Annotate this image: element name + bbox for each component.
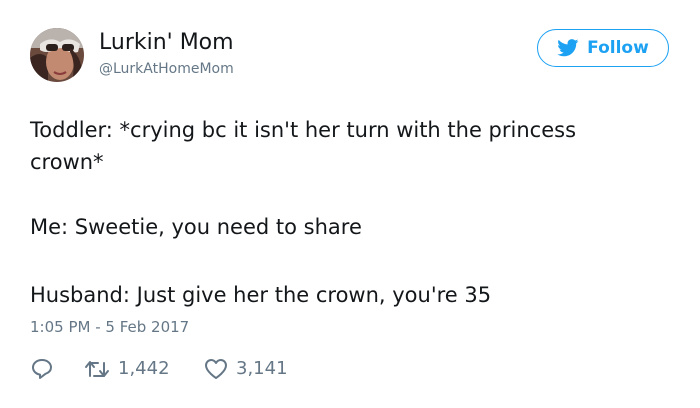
tweet-card: Lurkin' Mom @LurkAtHomeMom Follow Toddle… [0,0,700,408]
tweet-timestamp[interactable]: 1:05 PM - 5 Feb 2017 [30,317,189,337]
user-handle[interactable]: @LurkAtHomeMom [99,60,234,78]
bird-icon [557,39,579,57]
display-name[interactable]: Lurkin' Mom [99,30,234,56]
like-button[interactable]: 3,141 [204,355,288,383]
retweet-icon [85,361,109,377]
avatar[interactable] [30,28,84,82]
retweet-count: 1,442 [118,358,170,379]
heart-icon [205,359,227,379]
reply-icon [32,359,52,379]
retweet-button[interactable]: 1,442 [84,355,170,383]
tweet-text-line: crown* [30,150,104,174]
avatar-photo-icon [30,28,84,82]
like-count: 3,141 [236,358,288,379]
tweet-text-line: Husband: Just give her the crown, you're… [30,283,492,307]
reply-button[interactable] [30,355,54,383]
tweet-text-line: Me: Sweetie, you need to share [30,215,362,239]
follow-button[interactable]: Follow [537,29,669,67]
tweet-text-line: Toddler: *crying bc it isn't her turn wi… [30,118,577,142]
follow-label: Follow [587,38,649,58]
